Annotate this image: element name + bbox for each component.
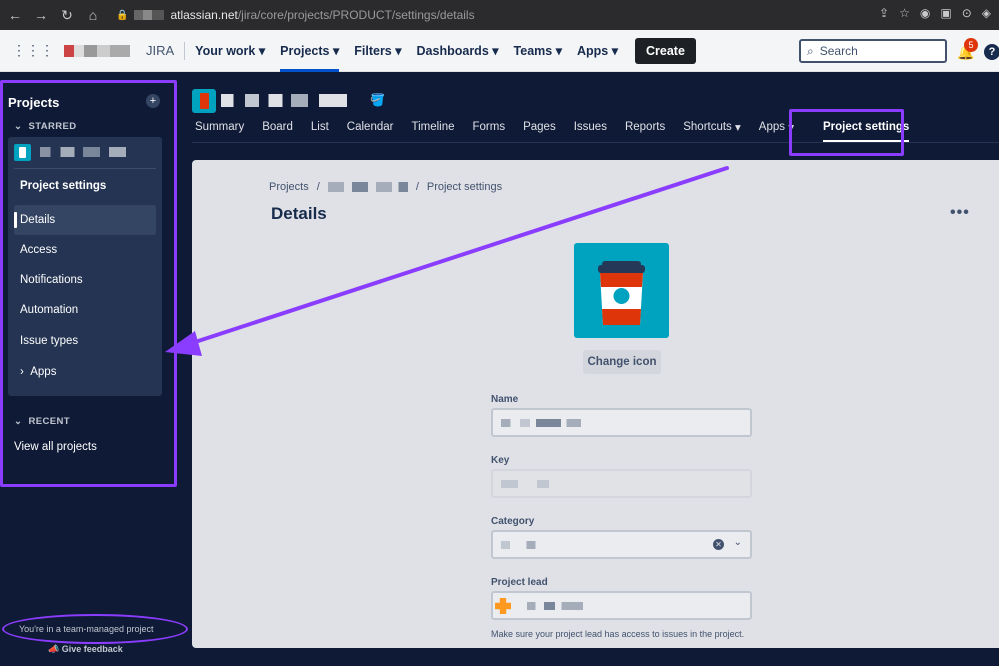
annotation-arrow xyxy=(165,166,729,356)
